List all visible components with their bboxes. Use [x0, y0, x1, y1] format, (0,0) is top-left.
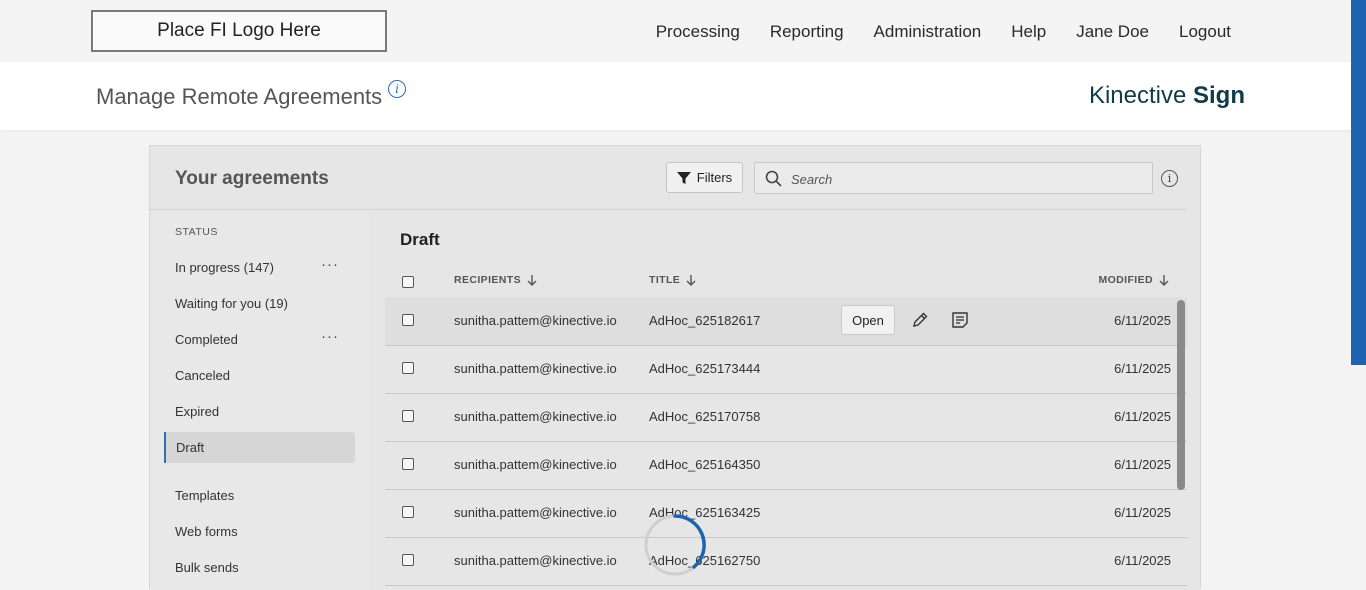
modified-cell: 6/11/2025	[1114, 553, 1171, 568]
open-button[interactable]: Open	[841, 305, 895, 335]
table-row[interactable]: sunitha.pattem@kinective.io AdHoc_625163…	[385, 489, 1187, 538]
sort-down-icon	[527, 274, 537, 286]
sidebar-item-templates[interactable]: Templates	[164, 480, 355, 511]
sidebar-item-label: Bulk sends	[175, 560, 239, 575]
status-label: STATUS	[175, 226, 218, 238]
recipient-cell: sunitha.pattem@kinective.io	[454, 361, 617, 376]
column-recipients[interactable]: RECIPIENTS	[454, 274, 537, 286]
row-checkbox[interactable]	[402, 554, 414, 566]
sidebar-item-canceled[interactable]: Canceled	[164, 360, 355, 391]
column-modified[interactable]: MODIFIED	[1098, 274, 1169, 286]
recipient-cell: sunitha.pattem@kinective.io	[454, 505, 617, 520]
sort-down-icon	[686, 274, 696, 286]
filters-button[interactable]: Filters	[666, 162, 743, 193]
sidebar-item-web-forms[interactable]: Web forms	[164, 516, 355, 547]
modified-cell: 6/11/2025	[1114, 505, 1171, 520]
sidebar-item-label: Completed	[175, 332, 238, 347]
filters-label: Filters	[696, 170, 733, 185]
top-bar: Place FI Logo Here Processing Reporting …	[0, 0, 1351, 62]
sidebar-item-completed[interactable]: Completed ···	[164, 324, 355, 355]
sidebar-item-label: Waiting for you (19)	[175, 296, 288, 311]
filter-icon	[676, 171, 691, 184]
table-header: RECIPIENTS TITLE MODIFIED	[385, 264, 1187, 298]
brand-light: Kinective	[1088, 82, 1187, 109]
sidebar-item-bulk-sends[interactable]: Bulk sends	[164, 552, 355, 583]
row-checkbox[interactable]	[402, 410, 414, 422]
select-all-checkbox[interactable]	[402, 276, 414, 288]
info-icon[interactable]: i	[1161, 170, 1178, 187]
page-title: Manage Remote Agreements	[96, 84, 383, 109]
brand-logo: Kinective Sign	[1089, 82, 1245, 110]
status-sidebar: STATUS In progress (147) ··· Waiting for …	[150, 210, 369, 590]
sidebar-item-label: Canceled	[175, 368, 230, 383]
row-checkbox[interactable]	[402, 458, 414, 470]
sidebar-item-in-progress[interactable]: In progress (147) ···	[164, 252, 355, 283]
modified-cell: 6/11/2025	[1114, 313, 1171, 328]
logo-placeholder: Place FI Logo Here	[91, 10, 387, 52]
sidebar-item-label: Templates	[175, 488, 235, 503]
sidebar-item-expired[interactable]: Expired	[164, 396, 355, 427]
column-label: TITLE	[649, 274, 681, 286]
modified-cell: 6/11/2025	[1114, 409, 1171, 424]
column-title[interactable]: TITLE	[649, 274, 696, 286]
nav-user-name[interactable]: Jane Doe	[1076, 22, 1149, 42]
more-options-icon[interactable]: ···	[321, 257, 339, 272]
nav-logout[interactable]: Logout	[1179, 22, 1231, 42]
title-cell: AdHoc_625173444	[649, 361, 761, 376]
page-scrollbar[interactable]	[1351, 0, 1366, 365]
recipient-cell: sunitha.pattem@kinective.io	[454, 457, 617, 472]
row-checkbox[interactable]	[402, 506, 414, 518]
table-row[interactable]: sunitha.pattem@kinective.io AdHoc_625182…	[385, 297, 1187, 346]
modified-cell: 6/11/2025	[1114, 457, 1171, 472]
title-cell: AdHoc_625182617	[649, 313, 761, 328]
row-checkbox[interactable]	[402, 362, 414, 374]
search-icon	[765, 170, 782, 187]
search-input[interactable]	[789, 168, 1143, 190]
sidebar-item-label: Expired	[175, 404, 220, 419]
sidebar-item-label: In progress (147)	[175, 260, 274, 275]
edit-pencil-icon[interactable]	[911, 311, 929, 329]
brand-bold: Sign	[1193, 82, 1245, 109]
column-label: MODIFIED	[1098, 274, 1153, 286]
row-checkbox[interactable]	[402, 314, 414, 326]
recipient-cell: sunitha.pattem@kinective.io	[454, 553, 617, 568]
recipient-cell: sunitha.pattem@kinective.io	[454, 409, 617, 424]
sidebar-item-label: Draft	[176, 440, 205, 455]
title-cell: AdHoc_625164350	[649, 457, 761, 472]
nav-reporting[interactable]: Reporting	[770, 22, 844, 42]
table-row[interactable]: sunitha.pattem@kinective.io AdHoc_625170…	[385, 393, 1187, 442]
table-row[interactable]: sunitha.pattem@kinective.io AdHoc_625164…	[385, 441, 1187, 490]
info-icon[interactable]: i	[388, 80, 406, 98]
recipient-cell: sunitha.pattem@kinective.io	[454, 313, 617, 328]
search-box[interactable]	[754, 162, 1153, 194]
main-nav: Processing Reporting Administration Help…	[656, 22, 1231, 42]
column-label: RECIPIENTS	[454, 274, 522, 286]
nav-help[interactable]: Help	[1011, 22, 1046, 42]
list-scrollbar[interactable]	[1177, 300, 1185, 490]
sidebar-item-label: Web forms	[175, 524, 238, 539]
table-row[interactable]: sunitha.pattem@kinective.io AdHoc_625162…	[385, 537, 1187, 586]
panel-title: Your agreements	[175, 168, 329, 189]
modified-cell: 6/11/2025	[1114, 361, 1171, 376]
sub-header: Manage Remote Agreements i Kinective Sig…	[0, 62, 1351, 130]
sort-down-icon	[1159, 274, 1169, 286]
loading-spinner-icon	[644, 514, 706, 576]
nav-processing[interactable]: Processing	[656, 22, 740, 42]
section-title: Draft	[400, 230, 440, 249]
sidebar-item-waiting[interactable]: Waiting for you (19)	[164, 288, 355, 319]
more-options-icon[interactable]: ···	[321, 329, 339, 344]
nav-administration[interactable]: Administration	[874, 22, 982, 42]
agreements-list: Draft RECIPIENTS TITLE MODIFIED sunitha.…	[369, 210, 1200, 590]
table-row[interactable]: sunitha.pattem@kinective.io AdHoc_625173…	[385, 345, 1187, 394]
title-cell: AdHoc_625170758	[649, 409, 761, 424]
sidebar-item-draft[interactable]: Draft	[164, 432, 355, 463]
document-notes-icon[interactable]	[951, 311, 969, 329]
